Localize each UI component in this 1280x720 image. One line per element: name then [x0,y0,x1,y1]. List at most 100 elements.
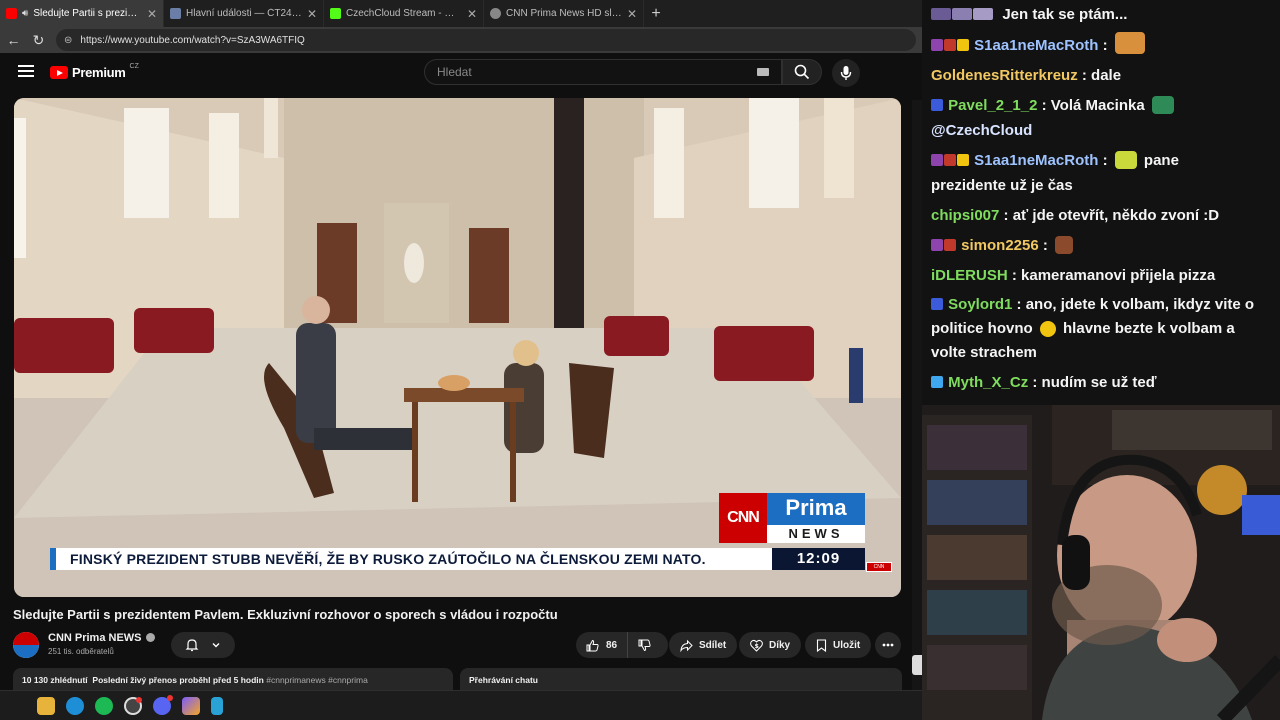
file-explorer-icon[interactable] [37,696,55,715]
hashtags[interactable]: #cnnprimanews #cnnprima [266,675,368,685]
share-label: Sdílet [699,639,727,651]
chat-username[interactable]: S1aa1neMacRoth [974,37,1098,54]
view-count: 10 130 zhlédnutí [22,675,88,685]
speaker-icon[interactable]: 🔊︎ [22,8,28,19]
scroll-handle[interactable] [912,655,922,675]
chat-username[interactable]: Pavel_2_1_2 [948,97,1037,114]
reload-icon[interactable]: ↻ [31,32,46,49]
search-input[interactable]: Hledat [424,59,782,85]
like-dislike-group: 86 [576,632,668,658]
chevron-down-icon [212,643,220,648]
mini-channel-logo: CNN [866,562,892,572]
verified-icon [145,633,155,642]
streamer-webcam [922,405,1280,720]
blue-badge-icon [931,298,943,310]
gift-badge-icon [931,239,943,251]
like-count: 86 [606,639,618,651]
close-tab-icon[interactable]: ✕ [307,7,317,21]
chat-text-continued: pane [1143,152,1179,169]
obs-icon[interactable] [124,696,142,715]
stream-info: Poslední živý přenos proběhl před 5 hodi… [92,675,264,685]
description-box[interactable]: 10 130 zhlédnutí Poslední živý přenos pr… [13,668,453,692]
youtube-logo[interactable]: Premium CZ [50,63,139,80]
voice-search-button[interactable] [832,59,860,87]
subscribed-bell-button[interactable] [171,632,235,658]
new-tab-button[interactable]: + [644,0,668,27]
channel-name-text[interactable]: CNN Prima NEWS [48,632,142,644]
youtube-play-icon [50,66,68,79]
chat-username[interactable]: iDLERUSH [931,267,1008,284]
crown-badge-icon [957,154,969,166]
channel-name[interactable]: CNN Prima NEWS [48,632,155,644]
notepad-icon[interactable] [211,696,223,715]
youtube-header: Premium CZ Hledat [0,53,912,93]
channel-avatar[interactable] [13,632,39,658]
back-arrow-icon[interactable]: ← [6,32,21,48]
tab-title: CNN Prima News HD sledujte onl [506,8,622,19]
chat-mention: @CzechCloud [931,122,1033,139]
dislike-button[interactable] [628,632,661,658]
copilot-icon[interactable] [182,696,200,715]
screen: 🔊︎ Sledujte Partii s prezidentem ✕ Hlavn… [0,0,1280,720]
chat-replay-label: Přehrávání chatu [469,675,538,685]
video-player[interactable]: CNN Prima NEWS FINSKÝ PREZIDENT STUBB NE… [14,98,901,597]
search-button[interactable] [782,59,822,85]
chat-username[interactable]: chipsi007 [931,207,999,224]
frog-emote-icon [1151,96,1174,114]
chat-message: Soylord1 : ano, jdete k volbam, ikdyz vi… [931,293,1272,365]
chat-message: Myth_X_Cz : nudím se už teď [931,370,1272,395]
url-field[interactable]: ⊜ https://www.youtube.com/watch?v=SzA3WA… [56,29,916,51]
chat-text: : [1042,237,1048,254]
chat-text-wrapped: prezidente už je čas [931,177,1073,194]
chat-username[interactable]: S1aa1neMacRoth [974,152,1098,169]
chat-text: : ať jde otevřít, někdo zvoní :D [1003,207,1220,224]
prima-logo-text: Prima [767,493,865,525]
windows-start-icon[interactable] [10,698,26,714]
gift-badge-icon [931,39,943,51]
close-tab-icon[interactable]: ✕ [147,7,157,21]
bell-icon [185,639,199,652]
subscriber-count: 251 tis. odběratelů [48,647,114,656]
close-tab-icon[interactable]: ✕ [467,7,477,21]
like-button[interactable]: 86 [576,632,629,658]
chat-message: Jen tak se ptám... [931,2,1272,27]
more-actions-button[interactable] [875,632,901,658]
close-tab-icon[interactable]: ✕ [627,7,637,21]
tab-title: Hlavní události — ČT24 — Česká [186,8,302,19]
browser-tab-ct24[interactable]: Hlavní události — ČT24 — Česká ✕ [164,0,324,27]
thumbs-down-icon [638,639,651,651]
search-icon [794,64,810,80]
url-text: https://www.youtube.com/watch?v=SzA3WA6T… [80,34,305,46]
tab-title: CzechCloud Stream - Watch Live [346,8,462,19]
channel-row: CNN Prima NEWS 251 tis. odběratelů 86 Sd… [13,630,903,660]
discord-icon[interactable] [153,694,173,715]
thanks-button[interactable]: $ Díky [739,632,802,658]
subscriber-badge-icon [931,8,951,20]
keyboard-icon[interactable] [757,68,769,76]
chat-username[interactable]: Soylord1 [948,296,1012,313]
svg-text:$: $ [755,643,759,650]
chat-replay-panel[interactable]: Přehrávání chatu [460,668,902,692]
browser-tab-kick[interactable]: CzechCloud Stream - Watch Live ✕ [324,0,484,27]
spotify-icon[interactable] [95,696,113,715]
chat-username[interactable]: Myth_X_Cz [948,374,1028,391]
gem-badge-icon [944,39,956,51]
save-button[interactable]: Uložit [805,632,872,658]
edge-browser-icon[interactable] [66,696,84,715]
webcam-feed-image [922,405,1280,720]
share-button[interactable]: Sdílet [669,632,738,658]
site-info-icon[interactable]: ⊜ [64,35,72,46]
menu-icon[interactable] [18,65,34,77]
kick-favicon-icon [330,8,341,19]
chat-username[interactable]: GoldenesRitterkreuz [931,67,1078,84]
blue-badge-icon [931,99,943,111]
chat-message: S1aa1neMacRoth : [931,32,1272,58]
chat-text: : [1102,37,1108,54]
browser-tab-cnnprima[interactable]: CNN Prima News HD sledujte onl ✕ [484,0,644,27]
browser-tab-youtube[interactable]: 🔊︎ Sledujte Partii s prezidentem ✕ [0,0,164,27]
chat-username[interactable]: simon2256 [961,237,1039,254]
chat-message: simon2256 : [931,233,1272,258]
youtube-logo-text: Premium [72,65,126,80]
taskbar [0,690,922,720]
chat-text: Jen tak se ptám... [1002,6,1128,23]
